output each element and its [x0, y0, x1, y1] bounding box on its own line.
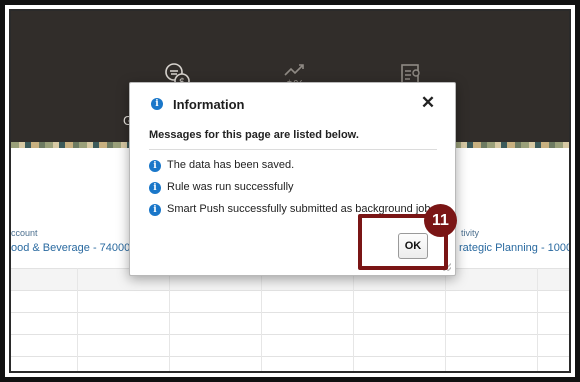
account-dimension-value[interactable]: ood & Beverage - 74000: [11, 242, 130, 254]
dialog-subheading: Messages for this page are listed below.: [149, 129, 359, 141]
info-icon: i: [149, 204, 161, 216]
grid-column-line: [169, 268, 170, 371]
grid-column-line: [445, 268, 446, 371]
info-icon: i: [149, 160, 161, 172]
callout-step-badge: 11: [424, 204, 457, 237]
info-icon: i: [151, 98, 163, 110]
grid-line: [11, 356, 569, 357]
grid-column-line: [77, 268, 78, 371]
dialog-divider: [149, 149, 437, 150]
info-icon: i: [149, 182, 161, 194]
grid-line: [11, 312, 569, 313]
account-dimension-label: ccount: [11, 228, 38, 238]
message-text: The data has been saved.: [167, 159, 295, 171]
activity-dimension-label: tivity: [461, 228, 479, 238]
close-icon[interactable]: ✕: [419, 94, 437, 112]
grid-line: [11, 334, 569, 335]
grid-line: [11, 290, 569, 291]
activity-dimension-value[interactable]: rategic Planning - 1000: [459, 242, 569, 254]
dialog-header: i Information ✕: [130, 83, 455, 121]
grid-column-line: [261, 268, 262, 371]
message-text: Rule was run successfully: [167, 181, 294, 193]
data-grid: [11, 268, 569, 371]
grid-column-line: [537, 268, 538, 371]
dialog-title: Information: [173, 97, 245, 112]
grid-column-line: [353, 268, 354, 371]
